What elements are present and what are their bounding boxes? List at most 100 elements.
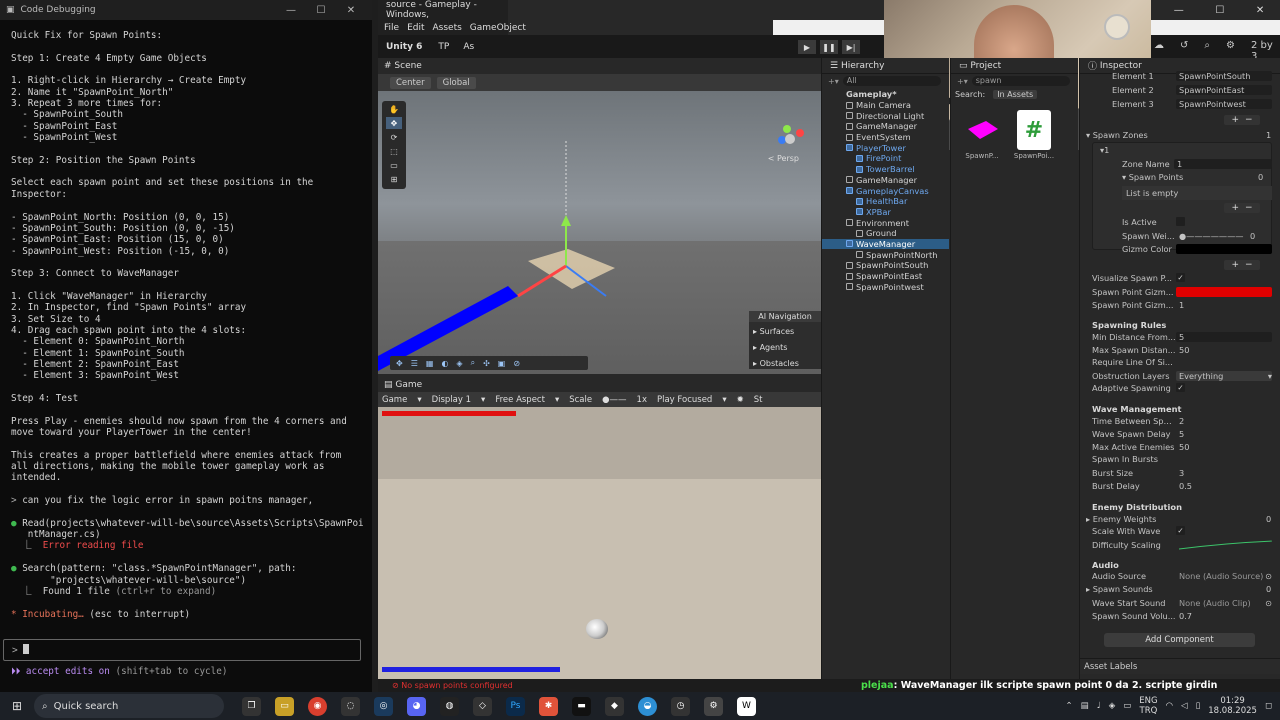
app-icon[interactable]: ✱ xyxy=(539,696,558,716)
task-view-icon[interactable]: ❐ xyxy=(242,696,261,716)
gizmo-red-swatch[interactable] xyxy=(1176,286,1272,297)
ai-nav-item[interactable]: ▸ Agents xyxy=(753,343,817,352)
wave-setting-field[interactable]: 0.5 xyxy=(1176,481,1272,491)
add-icon[interactable]: +▾ xyxy=(828,77,839,86)
close-icon[interactable]: ✕ xyxy=(1256,5,1264,16)
asset-item[interactable]: # SpawnPoi... xyxy=(1011,110,1057,160)
notification-icon[interactable]: ◻ xyxy=(1265,701,1272,711)
object-field[interactable]: SpawnPointwest xyxy=(1176,98,1272,109)
project-search-input[interactable]: spawn xyxy=(971,76,1070,86)
hierarchy-item[interactable]: Directional Light xyxy=(822,110,949,121)
obstruction-dropdown[interactable]: Everything ▾ xyxy=(1176,370,1272,381)
adaptive-checkbox[interactable]: ✓ xyxy=(1176,383,1185,392)
minimize-icon[interactable]: — xyxy=(1174,5,1184,16)
minimize-icon[interactable]: — xyxy=(276,5,306,16)
hierarchy-item[interactable]: SpawnPointNorth xyxy=(822,249,949,260)
volume-field[interactable]: 0.7 xyxy=(1176,611,1272,621)
ai-nav-item[interactable]: ▸ Surfaces xyxy=(753,327,817,336)
hierarchy-item[interactable]: GameManager xyxy=(822,175,949,186)
maximize-icon[interactable]: ☐ xyxy=(1215,5,1224,16)
object-field[interactable]: SpawnPointEast xyxy=(1176,84,1272,95)
pause-button[interactable]: ❚❚ xyxy=(820,40,838,54)
wave-setting-field[interactable] xyxy=(1176,454,1272,464)
hierarchy-item[interactable]: WaveManager xyxy=(822,238,949,250)
object-field[interactable]: SpawnPointSouth xyxy=(1176,70,1272,81)
rotate-tool-icon[interactable]: ⟳ xyxy=(386,131,402,143)
max-distance-field[interactable]: 50 xyxy=(1176,345,1272,355)
list-add-remove[interactable]: + − xyxy=(1224,115,1260,125)
hand-tool-icon[interactable]: ✋ xyxy=(386,103,402,115)
tray-app-icon[interactable]: ▤ xyxy=(1081,701,1089,711)
hierarchy-item[interactable]: HealthBar xyxy=(822,196,949,207)
step-button[interactable]: ▶| xyxy=(842,40,860,54)
mute-icon[interactable]: ✹ xyxy=(737,395,744,405)
gizmo-size-field[interactable]: 1 xyxy=(1176,300,1272,310)
spawn-weight-slider[interactable]: ●——————— xyxy=(1176,231,1250,241)
difficulty-curve[interactable] xyxy=(1176,540,1272,550)
gizmo-icon[interactable]: ⊘ xyxy=(513,359,520,368)
settings-icon[interactable]: ⚙ xyxy=(704,696,723,716)
visualize-checkbox[interactable]: ✓ xyxy=(1176,273,1185,282)
unity-version[interactable]: Unity 6 xyxy=(386,42,422,52)
spawn-zones-row[interactable]: ▾ Spawn Zones 1 xyxy=(1086,129,1272,140)
ai-nav-item[interactable]: ▸ Obstacles xyxy=(753,359,817,368)
menu-item[interactable]: GameObject xyxy=(470,23,526,33)
display-dropdown[interactable]: Display 1 xyxy=(432,395,471,405)
add-icon[interactable]: +▾ xyxy=(957,77,968,86)
account-dropdown[interactable]: As xyxy=(463,42,474,52)
snap-icon[interactable]: ▦ xyxy=(426,359,434,368)
hierarchy-item[interactable]: GameplayCanvas xyxy=(822,185,949,196)
gizmo-color-swatch[interactable] xyxy=(1176,243,1272,254)
camera-icon[interactable]: ▣ xyxy=(498,359,506,368)
spawn-sounds-row[interactable]: ▸ Spawn Sounds 0 xyxy=(1086,583,1272,594)
hierarchy-item[interactable]: Ground xyxy=(822,228,949,239)
hierarchy-item[interactable]: EventSystem xyxy=(822,132,949,143)
taskbar-search[interactable]: ⌕ Quick search xyxy=(34,694,224,718)
app-icon[interactable]: W xyxy=(737,696,756,716)
hierarchy-item[interactable]: SpawnPointEast xyxy=(822,271,949,282)
game-viewport[interactable] xyxy=(378,407,821,679)
mic-icon[interactable]: ♩ xyxy=(1097,701,1101,711)
console-error[interactable]: ⊘ No spawn points configured xyxy=(392,681,513,690)
game-tab[interactable]: ▤ Game xyxy=(378,378,821,392)
zone-foldout[interactable]: ▾ 1 xyxy=(1100,144,1272,155)
play-mode-dropdown[interactable]: Play Focused xyxy=(657,395,712,405)
hierarchy-item[interactable]: Gameplay* xyxy=(822,89,949,100)
play-button[interactable]: ▶ xyxy=(798,40,816,54)
clock-app-icon[interactable]: ◷ xyxy=(671,696,690,716)
scene-viewport[interactable]: ✋ ✥ ⟳ ⬚ ▭ ⊞ < Persp AI Navigation ▸ Surf… xyxy=(378,91,821,374)
hierarchy-item[interactable]: SpawnPointSouth xyxy=(822,260,949,271)
pan-icon[interactable]: ✣ xyxy=(483,359,490,368)
orbit-icon[interactable]: ◐ xyxy=(441,359,448,368)
close-icon[interactable]: ✕ xyxy=(336,5,366,16)
app-icon[interactable]: ◌ xyxy=(341,696,360,716)
enemy-weights-row[interactable]: ▸ Enemy Weights 0 xyxy=(1086,513,1272,524)
aspect-dropdown[interactable]: Free Aspect xyxy=(495,395,545,405)
wave-setting-field[interactable]: 3 xyxy=(1176,468,1272,478)
wifi-icon[interactable]: ◠ xyxy=(1166,701,1173,711)
steam-icon[interactable]: ◎ xyxy=(374,696,393,716)
audio-source-field[interactable]: None (Audio Source) xyxy=(1176,571,1265,581)
unity-hub-icon[interactable]: ◇ xyxy=(473,696,492,716)
menu-item[interactable]: File xyxy=(384,23,399,33)
battery-icon[interactable]: ▯ xyxy=(1196,701,1201,711)
hierarchy-item[interactable]: GameManager xyxy=(822,121,949,132)
photoshop-icon[interactable]: Ps xyxy=(506,696,525,716)
hierarchy-item[interactable]: Main Camera xyxy=(822,100,949,111)
rect-tool-icon[interactable]: ▭ xyxy=(386,159,402,171)
terminal-input[interactable]: > xyxy=(3,639,361,661)
scale-slider[interactable]: ●—— xyxy=(602,395,626,405)
taskbar-clock[interactable]: 01:29 18.08.2025 xyxy=(1208,696,1257,716)
persp-label[interactable]: < Persp xyxy=(768,154,799,163)
asset-labels[interactable]: Asset Labels xyxy=(1080,658,1280,674)
hierarchy-item[interactable]: TowerBarrel xyxy=(822,164,949,175)
scene-tab[interactable]: # Scene xyxy=(378,58,821,74)
list-add-remove[interactable]: + − xyxy=(1224,260,1260,270)
space-dropdown[interactable]: Global xyxy=(436,76,476,89)
move-icon[interactable]: ✥ xyxy=(396,359,403,368)
transform-tool-icon[interactable]: ⊞ xyxy=(386,173,402,185)
unity-icon[interactable]: ◆ xyxy=(605,696,624,716)
add-component-button[interactable]: Add Component xyxy=(1104,633,1255,647)
hierarchy-item[interactable]: XPBar xyxy=(822,207,949,218)
target-icon[interactable]: ⊙ xyxy=(1265,571,1272,581)
